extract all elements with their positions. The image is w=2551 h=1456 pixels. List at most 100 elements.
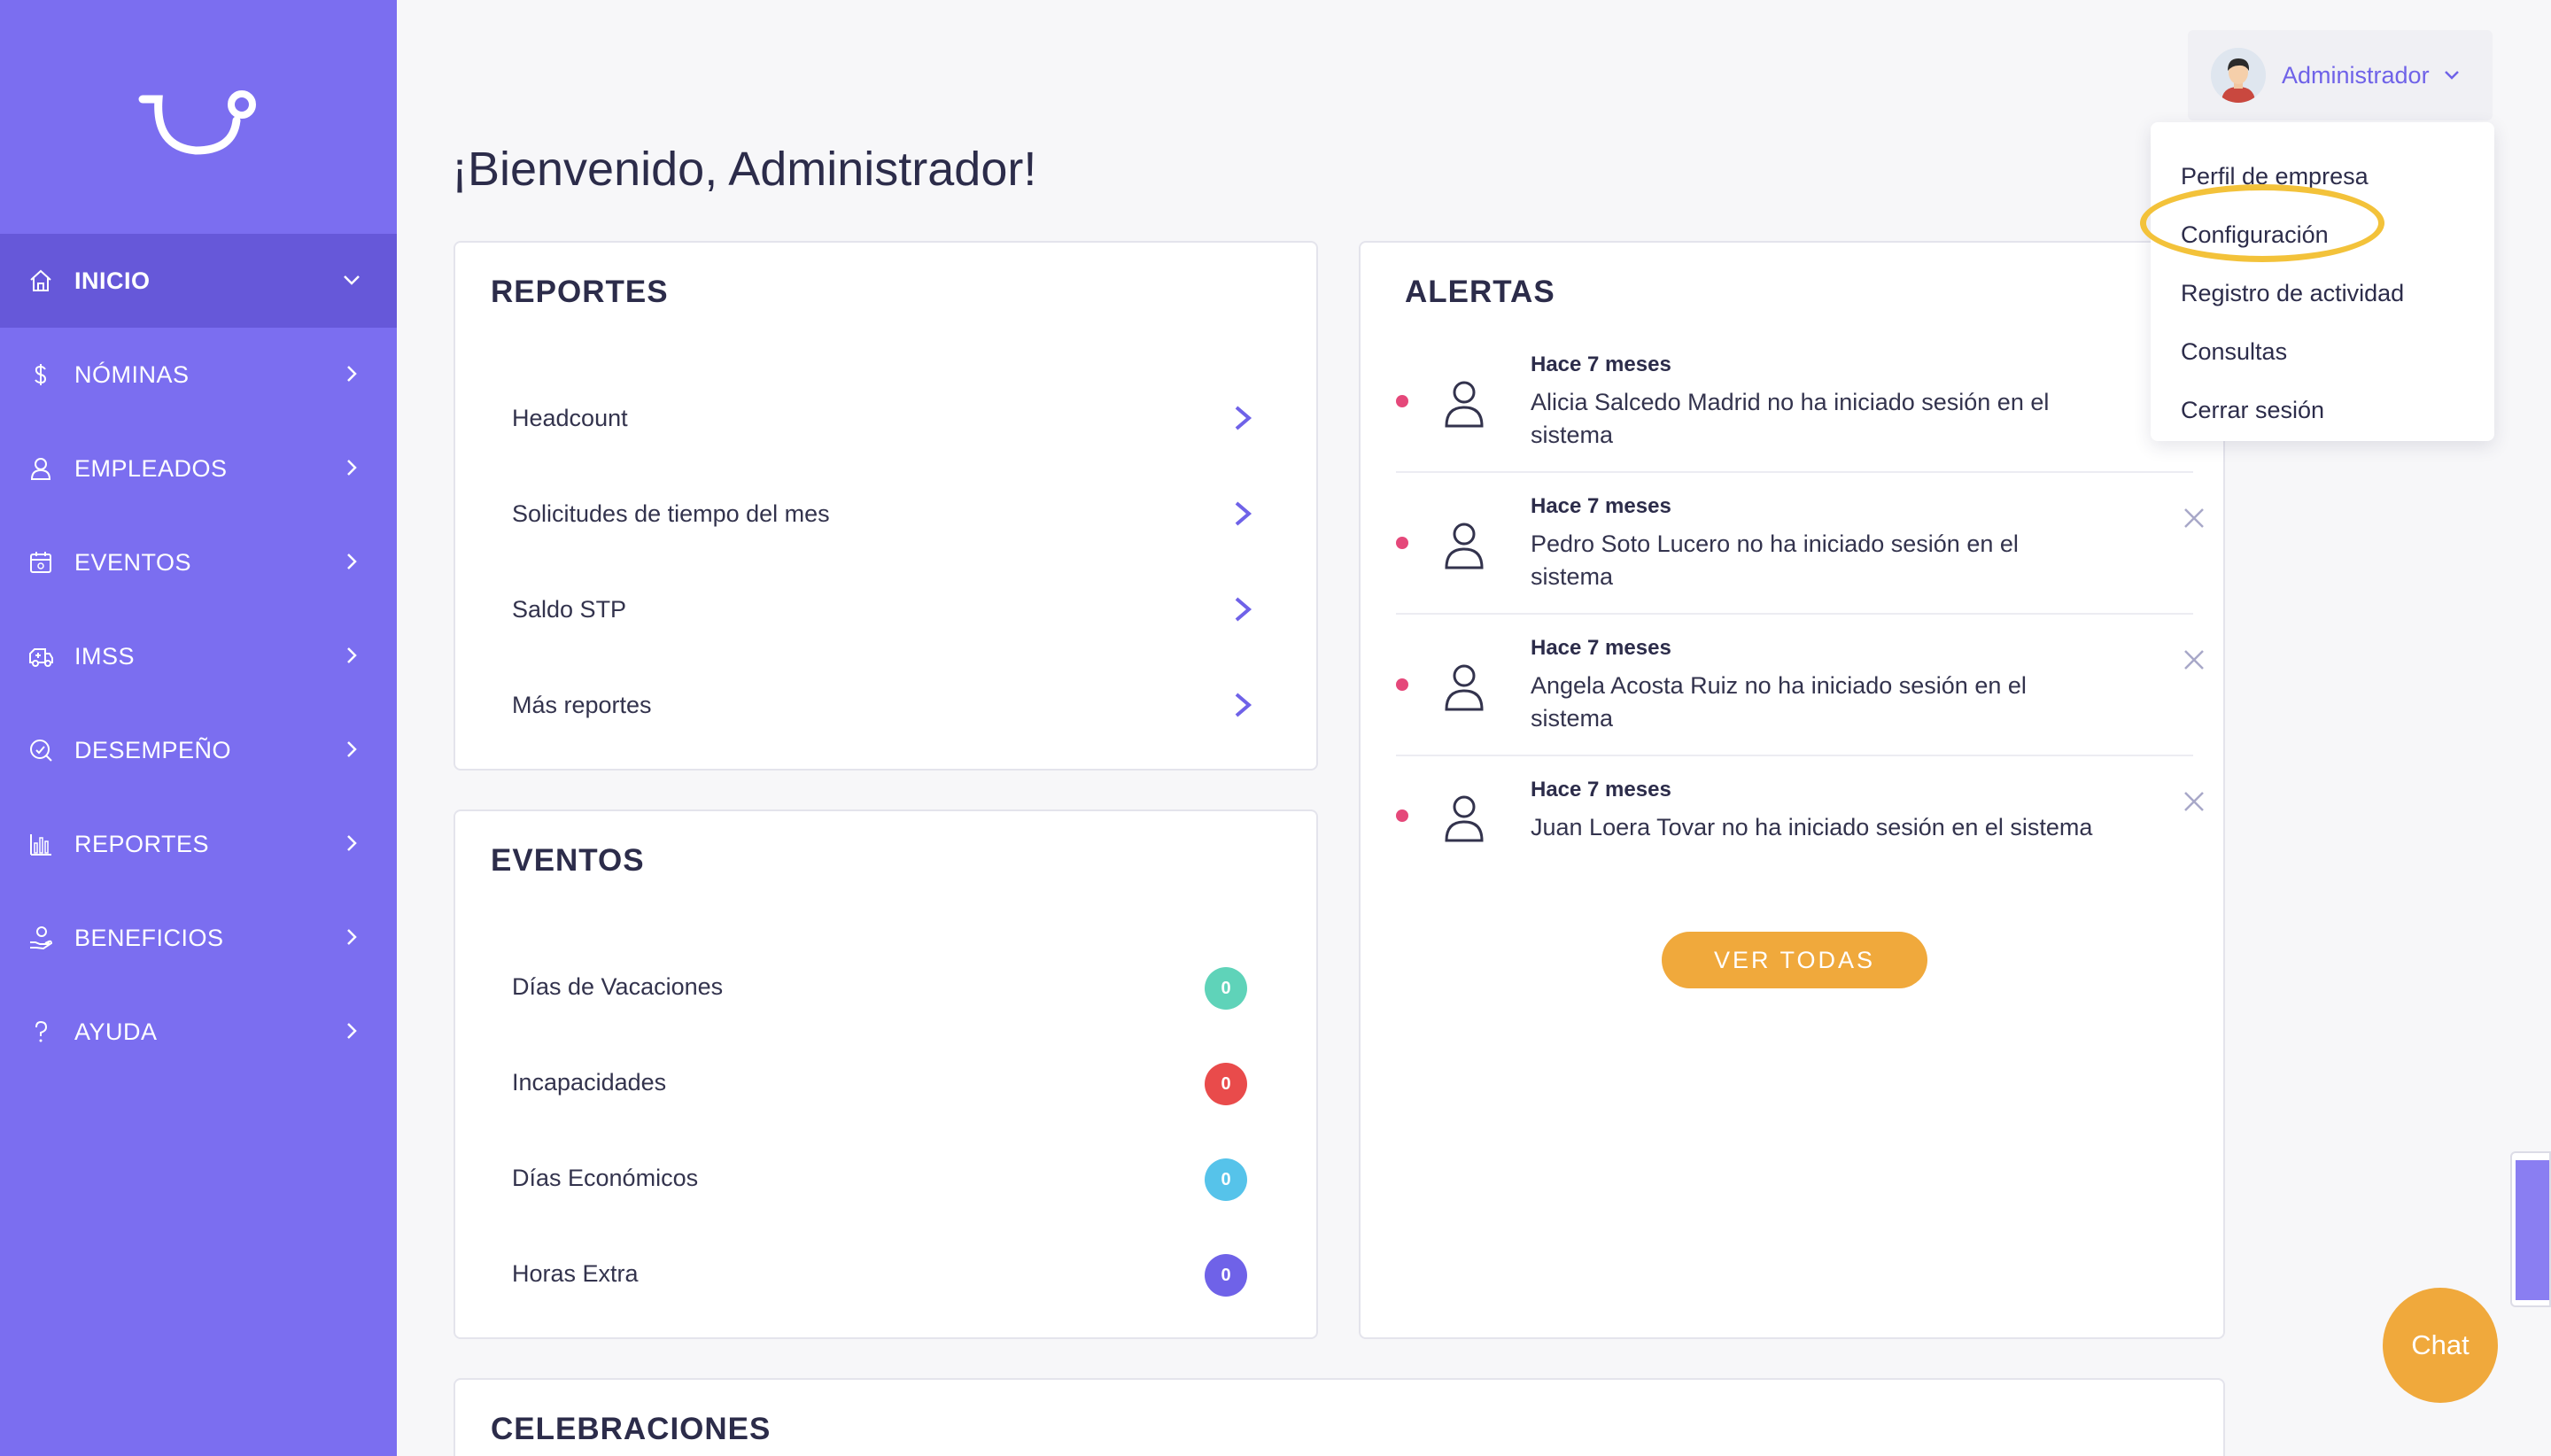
unread-dot [1396, 809, 1408, 822]
sidebar-item-desempeno[interactable]: DESEMPEÑO [0, 703, 397, 797]
event-label: Días Económicos [512, 1164, 699, 1191]
menu-item-cerrar-sesion[interactable]: Cerrar sesión [2151, 381, 2494, 439]
sidebar-item-label: DESEMPEÑO [74, 736, 232, 763]
user-name: Administrador [2282, 61, 2430, 89]
user-icon [1445, 381, 1484, 428]
event-row-horas-extra[interactable]: Horas Extra 0 [512, 1247, 1281, 1300]
alert-time: Hace 7 meses [1531, 494, 1671, 518]
chevron-right-icon [1235, 406, 1252, 430]
ambulance-icon [27, 642, 55, 670]
menu-item-consultas[interactable]: Consultas [2151, 322, 2494, 381]
chevron-down-icon [2444, 71, 2459, 80]
benefits-icon [27, 924, 55, 952]
sidebar-item-empleados[interactable]: EMPLEADOS [0, 422, 397, 515]
chevron-right-icon [347, 554, 357, 569]
report-link-headcount[interactable]: Headcount [512, 391, 1281, 445]
event-label: Días de Vacaciones [512, 972, 724, 1000]
eventos-card: EVENTOS Días de Vacaciones 0 Incapacidad… [454, 809, 1318, 1339]
alert-text: Angela Acosta Ruiz no ha iniciado sesión… [1531, 672, 2027, 732]
count-badge: 0 [1205, 967, 1247, 1010]
sidebar-item-inicio[interactable]: INICIO [0, 234, 397, 328]
count-badge: 0 [1205, 1254, 1247, 1297]
report-link-label: Solicitudes de tiempo del mes [512, 500, 830, 527]
unread-dot [1396, 395, 1408, 407]
alert-time: Hace 7 meses [1531, 352, 1671, 376]
unread-dot [1396, 537, 1408, 549]
menu-item-registro-actividad[interactable]: Registro de actividad [2151, 264, 2494, 322]
unread-dot [1396, 678, 1408, 691]
sidebar-nav: INICIO NÓMINAS EMPLEADOS EVENTOS IMSS DE… [0, 234, 397, 1079]
alert-item: Hace 7 meses Angela Acosta Ruiz no ha in… [1396, 636, 2204, 742]
report-link-solicitudes[interactable]: Solicitudes de tiempo del mes [512, 487, 1281, 540]
user-icon [1445, 795, 1484, 842]
sidebar-item-label: EMPLEADOS [74, 454, 228, 482]
thumbnail-preview [2516, 1160, 2549, 1300]
bar-chart-icon [27, 830, 55, 858]
event-row-dias-economicos[interactable]: Días Económicos 0 [512, 1151, 1281, 1204]
question-icon [27, 1018, 55, 1046]
chat-button[interactable]: Chat [2383, 1288, 2498, 1403]
alert-item: Hace 7 meses Alicia Salcedo Madrid no ha… [1396, 352, 2193, 459]
user-icon [27, 454, 55, 483]
reportes-card: REPORTES Headcount Solicitudes de tiempo… [454, 241, 1318, 771]
chevron-right-icon [347, 1023, 357, 1039]
ver-todas-button[interactable]: VER TODAS [1662, 932, 1927, 988]
chevron-right-icon [347, 647, 357, 663]
sidebar-item-label: NÓMINAS [74, 360, 190, 388]
app-logo[interactable] [137, 80, 261, 168]
divider [1396, 755, 2193, 756]
sidebar-item-beneficios[interactable]: BENEFICIOS [0, 891, 397, 985]
sidebar-item-imss[interactable]: IMSS [0, 609, 397, 703]
avatar [2211, 48, 2266, 103]
report-link-label: Saldo STP [512, 595, 627, 623]
menu-item-configuracion[interactable]: Configuración [2151, 205, 2494, 264]
sidebar-item-label: REPORTES [74, 830, 210, 857]
home-icon [27, 267, 55, 295]
chevron-right-icon [1235, 597, 1252, 622]
performance-icon [27, 736, 55, 764]
report-link-saldo-stp[interactable]: Saldo STP [512, 583, 1281, 636]
chevron-right-icon [347, 929, 357, 945]
event-row-vacaciones[interactable]: Días de Vacaciones 0 [512, 960, 1281, 1013]
eventos-title: EVENTOS [491, 843, 645, 878]
celebraciones-card: CELEBRACIONES [454, 1378, 2225, 1456]
sidebar-item-label: EVENTOS [74, 548, 192, 576]
close-icon[interactable] [2181, 505, 2207, 531]
count-badge: 0 [1205, 1158, 1247, 1201]
reportes-title: REPORTES [491, 275, 669, 309]
alert-text: Pedro Soto Lucero no ha iniciado sesión … [1531, 531, 2019, 590]
alert-item: Hace 7 meses Pedro Soto Lucero no ha ini… [1396, 494, 2204, 600]
sidebar-item-reportes[interactable]: REPORTES [0, 797, 397, 891]
sidebar-item-label: INICIO [74, 267, 151, 294]
sidebar-item-nominas[interactable]: NÓMINAS [0, 328, 397, 422]
close-icon[interactable] [2181, 788, 2207, 815]
alert-item: Hace 7 meses Juan Loera Tovar no ha inic… [1396, 778, 2204, 857]
divider [1396, 471, 2193, 473]
alertas-card: ALERTAS Hace 7 meses Alicia Salcedo Madr… [1359, 241, 2225, 1339]
sidebar-item-label: IMSS [74, 642, 136, 670]
report-link-label: Más reportes [512, 691, 652, 718]
divider [1396, 613, 2193, 615]
user-dropdown-menu: Perfil de empresa Configuración Registro… [2151, 122, 2494, 441]
user-icon [1445, 523, 1484, 569]
sidebar-item-eventos[interactable]: EVENTOS [0, 515, 397, 609]
event-label: Horas Extra [512, 1259, 639, 1287]
dollar-icon [27, 360, 55, 389]
alert-text: Juan Loera Tovar no ha iniciado sesión e… [1531, 814, 2093, 840]
user-menu-button[interactable]: Administrador [2188, 30, 2493, 120]
event-row-incapacidades[interactable]: Incapacidades 0 [512, 1056, 1281, 1109]
calendar-icon [27, 548, 55, 577]
close-icon[interactable] [2181, 647, 2207, 673]
menu-item-perfil-empresa[interactable]: Perfil de empresa [2151, 147, 2494, 205]
alertas-title: ALERTAS [1405, 275, 1555, 309]
chevron-right-icon [347, 835, 357, 851]
chevron-right-icon [1235, 501, 1252, 526]
chevron-right-icon [347, 366, 357, 382]
report-link-label: Headcount [512, 404, 628, 431]
sidebar-item-ayuda[interactable]: AYUDA [0, 985, 397, 1079]
sidebar: INICIO NÓMINAS EMPLEADOS EVENTOS IMSS DE… [0, 0, 397, 1456]
alert-text: Alicia Salcedo Madrid no ha iniciado ses… [1531, 389, 2050, 448]
screenshot-thumbnail[interactable] [2510, 1151, 2551, 1307]
event-label: Incapacidades [512, 1068, 667, 1096]
report-link-mas-reportes[interactable]: Más reportes [512, 678, 1281, 732]
